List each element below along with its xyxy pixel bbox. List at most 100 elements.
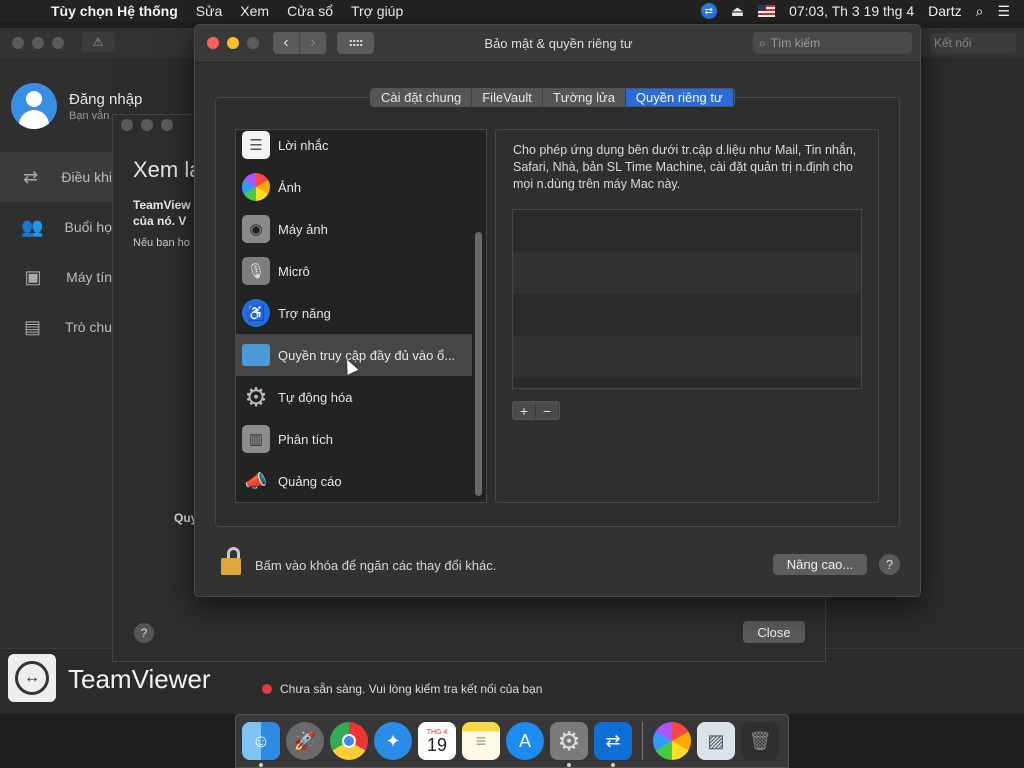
sidebar-item-computers[interactable]: ▣ Máy tín (0, 252, 112, 302)
preview-icon[interactable]: ▨ (697, 722, 735, 760)
teamviewer-logo-icon: ↔ (8, 654, 56, 702)
list-item-label: Phân tích (278, 431, 333, 447)
connection-status: Chưa sẵn sàng. Vui lòng kiểm tra kết nối… (262, 682, 542, 696)
list-item-label: Ảnh (278, 179, 302, 195)
search-placeholder: Tìm kiếm (770, 36, 821, 50)
system-preferences-icon[interactable]: ⚙ (550, 722, 588, 767)
advanced-button[interactable]: Nâng cao... (773, 554, 867, 575)
close-window-button[interactable] (121, 119, 133, 131)
privacy-description: Cho phép ứng dụng bên dưới tr.cập d.liệu… (513, 143, 857, 191)
zoom-window-button[interactable] (52, 37, 64, 49)
finder-icon[interactable]: ☺ (242, 722, 280, 767)
tab-privacy[interactable]: Quyền riêng tư (625, 89, 734, 106)
list-item-advertising[interactable]: 📣 Quảng cáo (236, 460, 472, 502)
reminders-icon: ☰ (242, 131, 270, 159)
sidebar-item-label: Buổi họ (64, 219, 112, 235)
list-scrollbar[interactable] (475, 232, 482, 496)
sidebar-item-label: Điều khi (61, 169, 112, 185)
warning-icon[interactable]: ⚠ (82, 32, 114, 52)
list-item-analytics[interactable]: ▥ Phân tích (236, 418, 472, 460)
list-item-accessibility[interactable]: ♿ Trợ năng (236, 292, 472, 334)
zoom-window-button[interactable] (161, 119, 173, 131)
trash-icon[interactable]: 🗑 (741, 722, 779, 760)
eject-icon[interactable]: ⏏ (731, 3, 744, 20)
help-button[interactable]: ? (134, 623, 154, 643)
list-item-label: Lời nhắc (278, 137, 329, 153)
chat-icon: ▤ (24, 316, 42, 337)
analytics-icon: ▥ (242, 425, 270, 453)
arrows-exchange-icon: ⇄ (23, 166, 39, 187)
minimize-window-button[interactable] (32, 37, 44, 49)
list-item-microphone[interactable]: 🎙 Micrô (236, 250, 472, 292)
sidebar-item-label: Trò chu (65, 319, 112, 335)
login-title[interactable]: Đăng nhập (69, 91, 142, 108)
lock-icon[interactable] (221, 547, 241, 575)
search-icon: ⌕ (759, 35, 766, 50)
calendar-icon[interactable]: THG 4 19 (418, 722, 456, 760)
close-button[interactable]: Close (743, 621, 805, 643)
menu-view[interactable]: Xem (231, 3, 278, 19)
people-icon: 👥 (21, 216, 44, 237)
spotlight-search-icon[interactable]: ⌕ (976, 3, 984, 20)
dialog-bold-line: của nó. V (133, 214, 187, 228)
list-item-label: Máy ảnh (278, 221, 328, 237)
dialog-bold-line: TeamView (133, 198, 191, 212)
dock: ☺ 🚀 ✦ THG 4 19 ≡ A ⚙ ⇄ ▨ 🗑 (235, 714, 789, 768)
lock-status-text: Bấm vào khóa để ngăn các thay đổi khác. (255, 558, 497, 573)
menu-help[interactable]: Trợ giúp (342, 3, 412, 19)
dialog-bold-text: TeamView của nó. V (133, 197, 191, 229)
megaphone-icon: 📣 (244, 470, 268, 491)
connect-button[interactable]: Kết nối (930, 33, 1016, 53)
list-item-label: Quảng cáo (278, 473, 342, 489)
minimize-window-button[interactable] (141, 119, 153, 131)
list-item-reminders[interactable]: ☰ Lời nhắc (236, 130, 472, 166)
photos-icon[interactable] (653, 722, 691, 760)
list-item-camera[interactable]: ◉ Máy ảnh (236, 208, 472, 250)
list-row-stripe (513, 336, 861, 378)
notes-icon[interactable]: ≡ (462, 722, 500, 760)
dialog-small-text: Nếu bạn ho (133, 237, 190, 249)
list-item-photos[interactable]: Ảnh (236, 166, 472, 208)
menu-edit[interactable]: Sửa (187, 3, 232, 19)
sidebar-item-remote-control[interactable]: ⇄ Điều khi (0, 152, 112, 202)
list-item-automation[interactable]: ⚙ Tự động hóa (236, 376, 472, 418)
allowed-apps-list[interactable] (512, 209, 862, 389)
sidebar-item-label: Máy tín (66, 269, 112, 285)
tab-firewall[interactable]: Tường lửa (542, 89, 626, 106)
remove-app-button[interactable]: − (536, 402, 559, 419)
close-window-button[interactable] (12, 37, 24, 49)
app-store-icon[interactable]: A (506, 722, 544, 760)
list-item-label: Trợ năng (278, 305, 331, 321)
add-remove-buttons: + − (512, 401, 560, 420)
list-row-stripe (513, 252, 861, 294)
input-source-flag-icon[interactable] (758, 5, 776, 17)
status-dot-icon (262, 684, 272, 694)
login-subtitle: Bạn vẫn (69, 110, 110, 122)
sidebar-item-chat[interactable]: ▤ Trò chu (0, 302, 112, 352)
tab-general[interactable]: Cài đặt chung (371, 89, 473, 106)
tab-filevault[interactable]: FileVault (472, 89, 543, 106)
help-button[interactable]: ? (879, 554, 900, 575)
chrome-icon[interactable] (330, 722, 368, 760)
camera-icon: ◉ (242, 215, 270, 243)
menu-clock[interactable]: 07:03, Th 3 19 thg 4 (789, 3, 914, 19)
search-input[interactable]: ⌕ Tìm kiếm (753, 32, 912, 54)
teamviewer-icon[interactable]: ⇄ (594, 722, 632, 767)
menu-app-name[interactable]: Tùy chọn Hệ thống (42, 3, 187, 19)
list-item-label: Micrô (278, 263, 310, 279)
notification-center-icon[interactable]: ☰ (997, 3, 1010, 20)
privacy-category-list[interactable]: ☰ Lời nhắc Ảnh ◉ Máy ảnh 🎙 Micrô ♿ Trợ n… (235, 129, 487, 503)
sidebar-item-meeting[interactable]: 👥 Buổi họ (0, 202, 112, 252)
menu-user[interactable]: Dartz (928, 3, 961, 19)
list-item-label: Quyền truy cập đầy đủ vào ổ... (278, 347, 456, 363)
safari-icon[interactable]: ✦ (374, 722, 412, 760)
add-app-button[interactable]: + (513, 402, 536, 419)
avatar[interactable] (11, 83, 57, 129)
launchpad-icon[interactable]: 🚀 (286, 722, 324, 760)
teamviewer-status-icon[interactable]: ⇄ (700, 3, 717, 19)
microphone-icon: 🎙 (242, 257, 270, 285)
menu-window[interactable]: Cửa sổ (278, 3, 342, 19)
dialog-title: Xem lạ (133, 157, 202, 182)
teamviewer-sidebar (0, 58, 112, 648)
connection-status-text: Chưa sẵn sàng. Vui lòng kiểm tra kết nối… (280, 682, 543, 696)
